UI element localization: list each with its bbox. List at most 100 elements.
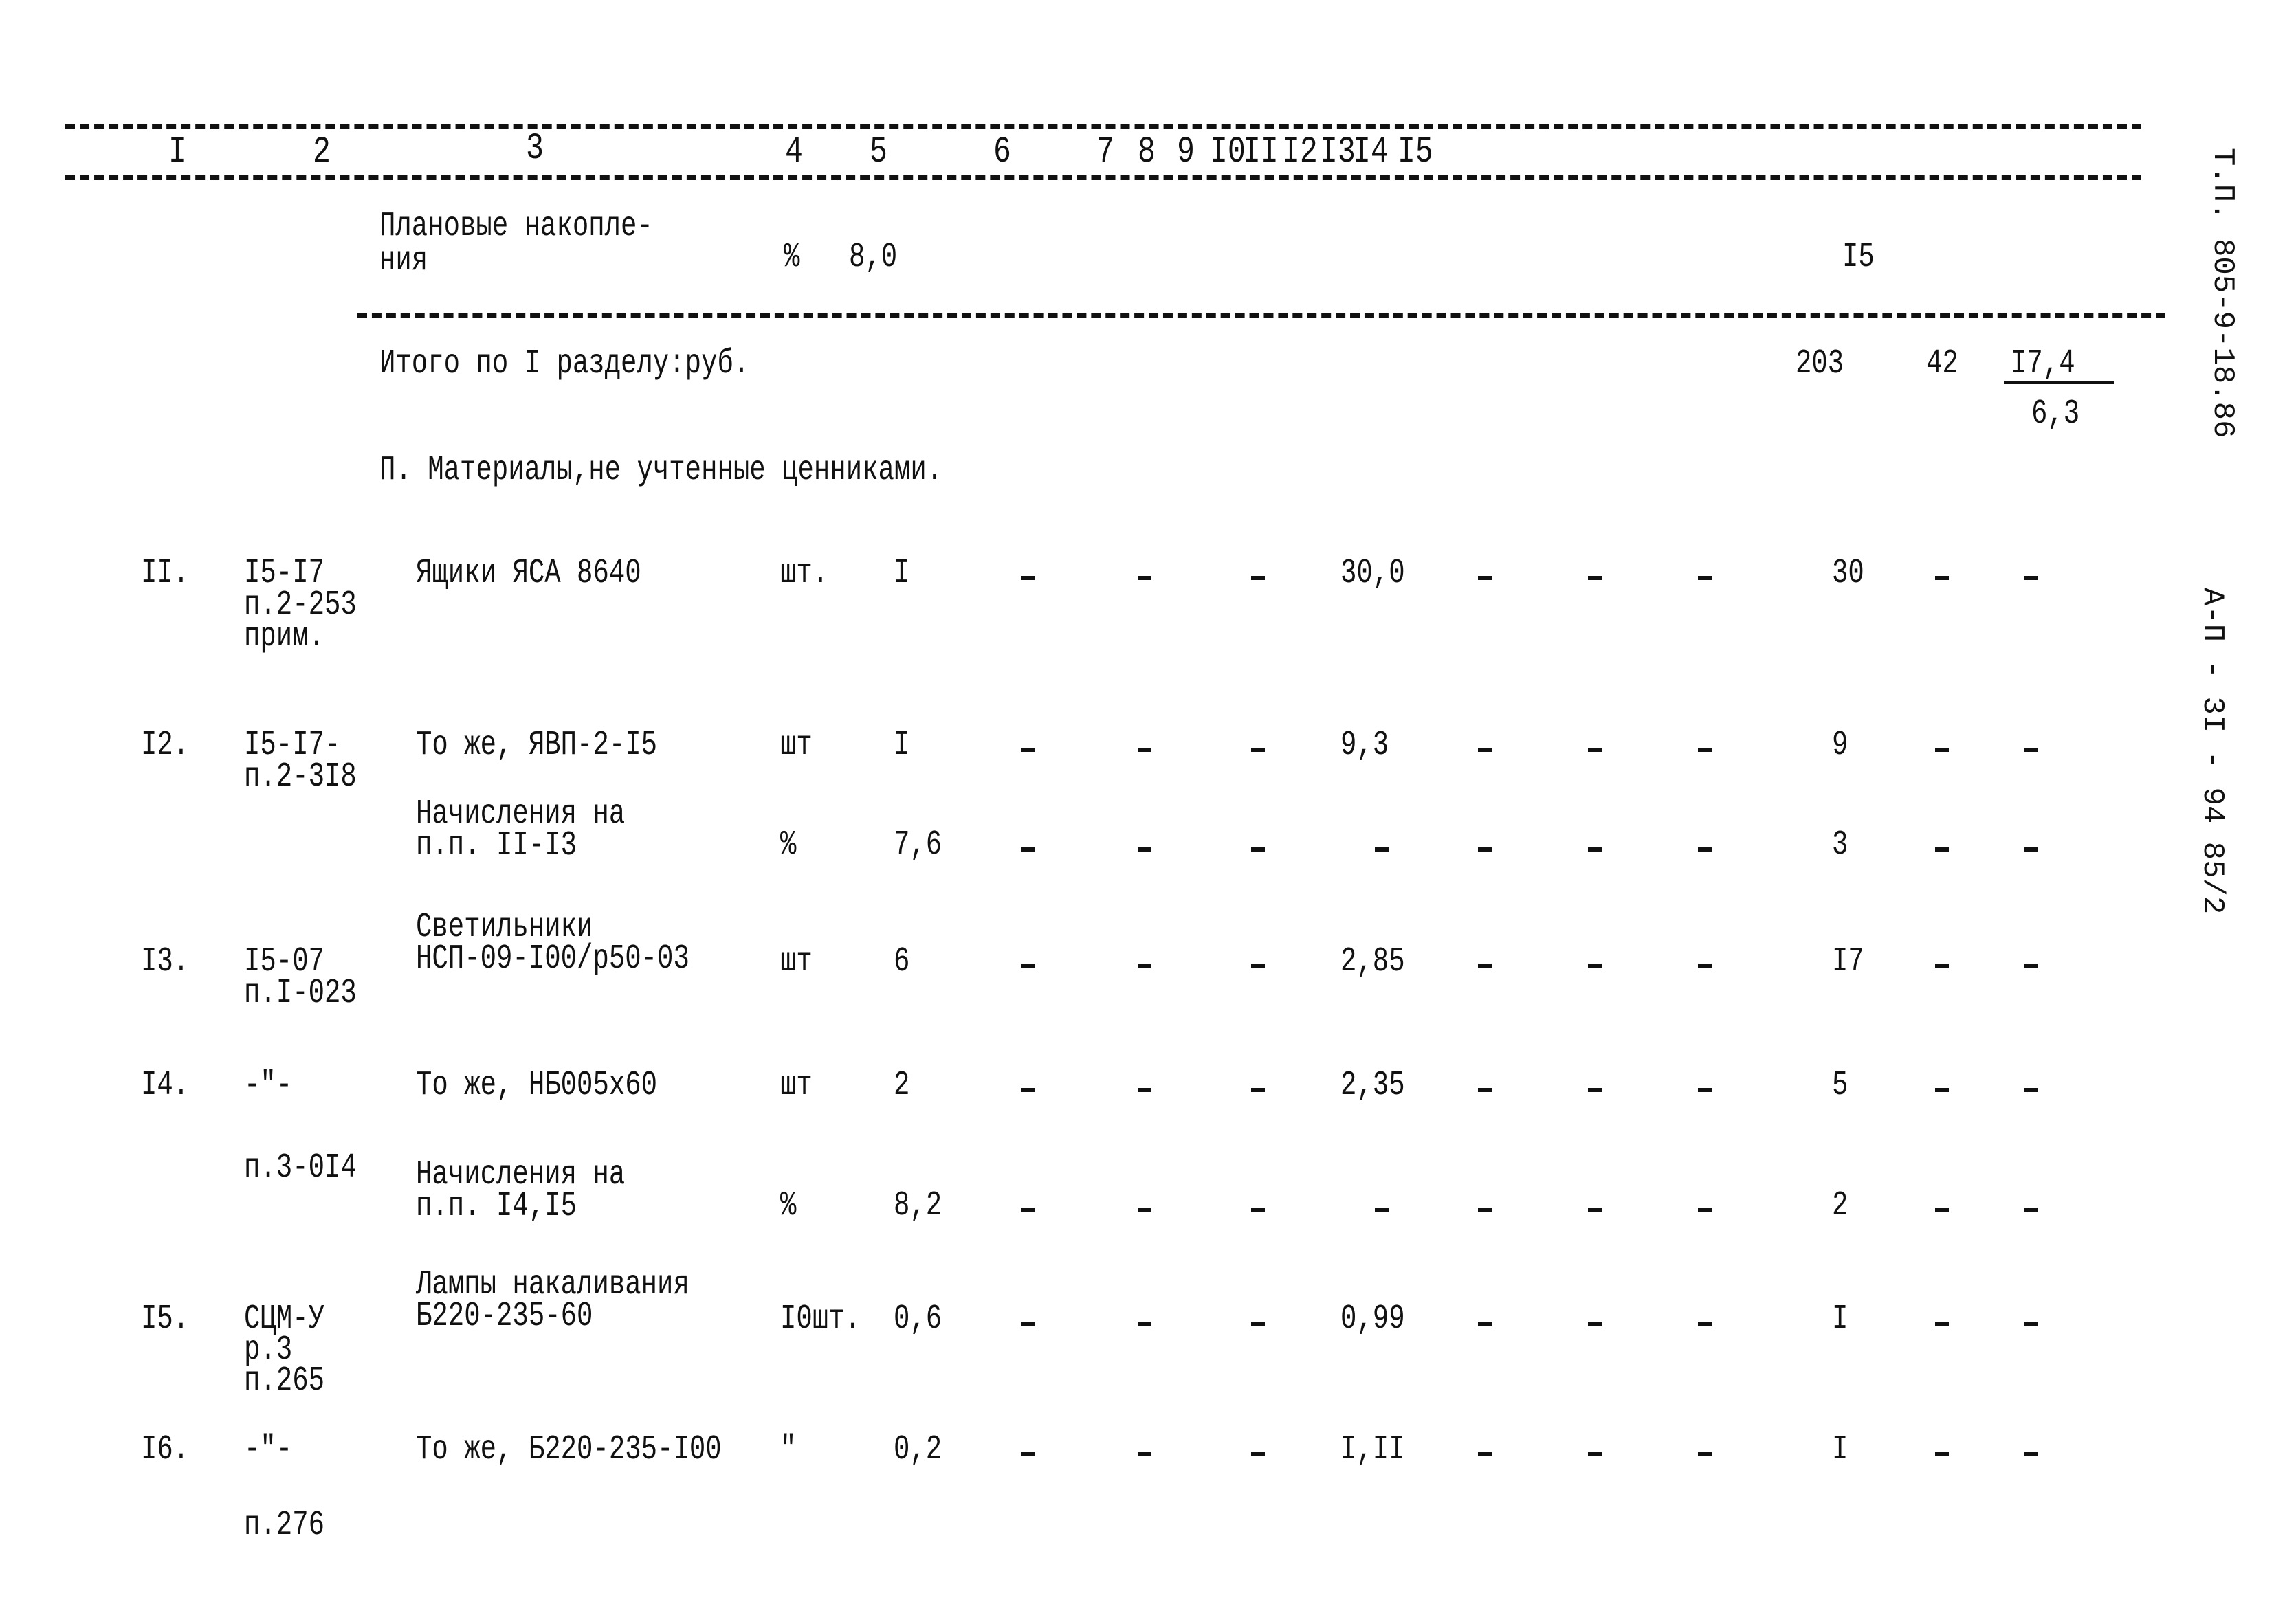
row-code-line: п.276: [244, 1506, 325, 1545]
row-qty: 0,2: [894, 1430, 942, 1469]
row-unit: ": [780, 1430, 797, 1469]
col-header-4: 4: [785, 131, 803, 173]
row-col13-total: 30: [1832, 554, 1864, 593]
empty-cell-dash: [2024, 847, 2038, 852]
empty-cell-dash: [1478, 964, 1492, 968]
empty-cell-dash: [1478, 576, 1492, 580]
row-unit: %: [780, 825, 797, 865]
empty-cell-dash: [1478, 748, 1492, 752]
row-qty: 2: [894, 1066, 910, 1105]
row-col9-price: 0,99: [1340, 1300, 1405, 1339]
empty-cell-dash: [1588, 576, 1602, 580]
empty-cell-dash: [1021, 964, 1035, 968]
row-code-line: п.2-3I8: [244, 757, 357, 797]
col-header-8: 8: [1138, 131, 1156, 173]
row-col9-price: 2,35: [1340, 1066, 1405, 1105]
empty-cell-dash: [1698, 576, 1712, 580]
row-unit: I0шт.: [780, 1300, 861, 1339]
empty-cell-dash: [1478, 847, 1492, 852]
col-header-1: I: [168, 131, 186, 173]
subtotal-rule: [357, 313, 2165, 318]
row-unit: %: [780, 1186, 797, 1225]
row-unit: шт.: [780, 554, 829, 593]
empty-cell-dash: [1588, 847, 1602, 852]
row-col9-price: I,II: [1340, 1430, 1405, 1469]
row-col9-price: 30,0: [1340, 554, 1405, 593]
col-header-6: 6: [993, 131, 1011, 173]
empty-cell-dash: [1698, 964, 1712, 968]
row-number: I3.: [141, 942, 190, 981]
empty-cell-dash: [1138, 964, 1151, 968]
col-header-13: I3: [1320, 131, 1356, 173]
empty-cell-dash: [2024, 1088, 2038, 1092]
empty-cell-dash: [1588, 1452, 1602, 1456]
empty-cell-dash: [1251, 1322, 1265, 1326]
row-col9-price: 9,3: [1340, 726, 1389, 765]
col-header-11: II: [1243, 131, 1279, 173]
empty-cell-dash: [1021, 1452, 1035, 1456]
section2-title: П. Материалы,не учтенные ценниками.: [379, 451, 943, 490]
empty-cell-dash: [2024, 964, 2038, 968]
row-col13-total: I: [1832, 1300, 1848, 1339]
empty-cell-dash: [1251, 748, 1265, 752]
empty-cell-dash: [1698, 748, 1712, 752]
planned-savings-unit: %: [784, 238, 800, 277]
row-code-line: п.265: [244, 1361, 325, 1401]
row-code-line: п.3-0I4: [244, 1148, 357, 1188]
empty-cell-dash: [1021, 748, 1035, 752]
row-col13-total: 3: [1832, 825, 1848, 865]
planned-savings-label-1: Плановые накопле-: [379, 207, 653, 246]
row-col13-total: I7: [1832, 942, 1864, 981]
empty-cell-dash: [1251, 964, 1265, 968]
col-header-7: 7: [1096, 131, 1114, 173]
row-name-line: Б220-235-60: [416, 1297, 593, 1336]
row-code-line: -"-: [244, 1430, 293, 1469]
empty-cell-dash: [1698, 847, 1712, 852]
empty-cell-dash: [1698, 1322, 1712, 1326]
planned-savings-col13: I5: [1842, 238, 1875, 277]
row-name-line: То же, НБ005х60: [416, 1066, 658, 1105]
row-col13-total: I: [1832, 1430, 1848, 1469]
empty-cell-dash: [1251, 1452, 1265, 1456]
total-col15-numerator: I7,4: [2011, 344, 2075, 383]
empty-cell-dash: [2024, 748, 2038, 752]
header-bottom-rule: [65, 175, 2141, 180]
empty-cell-dash: [1478, 1452, 1492, 1456]
empty-cell-dash: [1935, 1208, 1949, 1212]
empty-cell-dash: [1935, 1088, 1949, 1092]
empty-cell-dash: [1698, 1088, 1712, 1092]
row-unit: шт: [780, 726, 813, 765]
empty-cell-dash: [1588, 1208, 1602, 1212]
empty-cell-dash: [1251, 1208, 1265, 1212]
empty-cell-dash: [1588, 964, 1602, 968]
row-number: I4.: [141, 1066, 190, 1105]
row-number: I2.: [141, 726, 190, 765]
empty-cell-dash: [1138, 576, 1151, 580]
empty-cell-dash: [1478, 1322, 1492, 1326]
empty-cell-dash: [1138, 1208, 1151, 1212]
empty-cell-dash: [2024, 1322, 2038, 1326]
row-qty: 0,6: [894, 1300, 942, 1339]
total-col14: 42: [1926, 344, 1958, 383]
row-col13-total: 2: [1832, 1186, 1848, 1225]
empty-cell-dash: [1021, 847, 1035, 852]
row-qty: 8,2: [894, 1186, 942, 1225]
total-section-label: Итого по I разделу:руб.: [379, 344, 750, 383]
fraction-bar: [2004, 381, 2114, 384]
row-qty: I: [894, 554, 910, 593]
empty-cell-dash: [1251, 576, 1265, 580]
empty-cell-dash: [1138, 1088, 1151, 1092]
empty-cell-dash: [2024, 1452, 2038, 1456]
row-code-line: п.I-023: [244, 974, 357, 1013]
empty-cell-dash: [1478, 1208, 1492, 1212]
empty-cell-dash: [1138, 1452, 1151, 1456]
empty-cell-dash: [1375, 847, 1389, 852]
row-name-line: Ящики ЯСА 8640: [416, 554, 641, 593]
col-header-12: I2: [1282, 131, 1318, 173]
planned-savings-qty: 8,0: [849, 238, 898, 277]
empty-cell-dash: [1698, 1208, 1712, 1212]
row-col13-total: 9: [1832, 726, 1848, 765]
row-unit: шт: [780, 1066, 813, 1105]
empty-cell-dash: [1138, 847, 1151, 852]
row-qty: I: [894, 726, 910, 765]
